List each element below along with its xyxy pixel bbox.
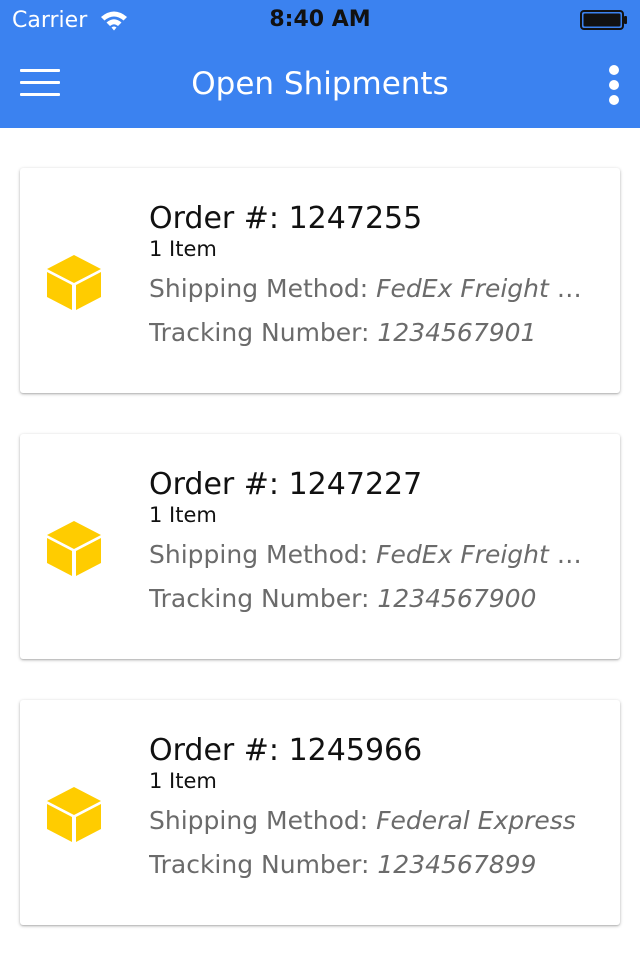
app-header: Carrier 8:40 AM Open Shipments xyxy=(0,0,640,128)
menu-button[interactable] xyxy=(12,58,68,108)
shipping-method-value: Federal Express xyxy=(376,806,576,835)
shipment-list: Order #: 1247255 1 Item Shipping Method:… xyxy=(0,128,640,960)
shipment-card[interactable]: Order #: 1245966 1 Item Shipping Method:… xyxy=(20,700,620,925)
item-count: 1 Item xyxy=(149,503,217,527)
tracking-number-label: Tracking Number: xyxy=(149,318,370,347)
tracking-number-line: Tracking Number: 1234567901 xyxy=(149,317,585,349)
tracking-number-line: Tracking Number: 1234567899 xyxy=(149,849,585,881)
order-number: 1245966 xyxy=(288,733,423,768)
order-number: 1247227 xyxy=(288,467,423,502)
shipping-method-label: Shipping Method: xyxy=(149,274,369,303)
hamburger-menu-icon xyxy=(20,69,60,97)
shipment-details: Order #: 1245966 1 Item Shipping Method:… xyxy=(149,732,589,881)
tracking-number-value: 1234567901 xyxy=(377,318,537,347)
shipment-details: Order #: 1247255 1 Item Shipping Method:… xyxy=(149,200,589,349)
more-options-button[interactable] xyxy=(596,59,632,109)
package-box-icon xyxy=(47,255,101,310)
package-box-icon xyxy=(47,521,101,576)
shipping-method-label: Shipping Method: xyxy=(149,806,369,835)
shipping-method-value: FedEx Freight Economy xyxy=(376,540,585,569)
tracking-number-value: 1234567900 xyxy=(377,584,537,613)
status-bar: Carrier 8:40 AM xyxy=(0,0,640,40)
order-label: Order #: xyxy=(149,733,280,768)
order-number: 1247255 xyxy=(288,201,423,236)
order-label: Order #: xyxy=(149,201,280,236)
shipment-card[interactable]: Order #: 1247227 1 Item Shipping Method:… xyxy=(20,434,620,659)
order-label: Order #: xyxy=(149,467,280,502)
package-box-icon xyxy=(47,787,101,842)
order-number-line: Order #: 1247227 xyxy=(149,466,589,504)
shipping-method-line: Shipping Method: FedEx Freight Economy xyxy=(149,539,585,571)
tracking-number-label: Tracking Number: xyxy=(149,584,370,613)
tracking-number-value: 1234567899 xyxy=(377,850,537,879)
shipping-method-line: Shipping Method: Federal Express xyxy=(149,805,585,837)
page-title: Open Shipments xyxy=(191,66,449,102)
shipment-card[interactable]: Order #: 1247255 1 Item Shipping Method:… xyxy=(20,168,620,393)
app-bar: Open Shipments xyxy=(0,40,640,128)
shipping-method-line: Shipping Method: FedEx Freight Economy xyxy=(149,273,585,305)
item-count: 1 Item xyxy=(149,237,217,261)
order-number-line: Order #: 1245966 xyxy=(149,732,589,770)
shipping-method-value: FedEx Freight Economy xyxy=(376,274,585,303)
shipment-details: Order #: 1247227 1 Item Shipping Method:… xyxy=(149,466,589,615)
tracking-number-label: Tracking Number: xyxy=(149,850,370,879)
tracking-number-line: Tracking Number: 1234567900 xyxy=(149,583,585,615)
item-count: 1 Item xyxy=(149,769,217,793)
battery-icon xyxy=(580,10,627,30)
status-time: 8:40 AM xyxy=(269,7,371,32)
order-number-line: Order #: 1247255 xyxy=(149,200,589,238)
shipping-method-label: Shipping Method: xyxy=(149,540,369,569)
